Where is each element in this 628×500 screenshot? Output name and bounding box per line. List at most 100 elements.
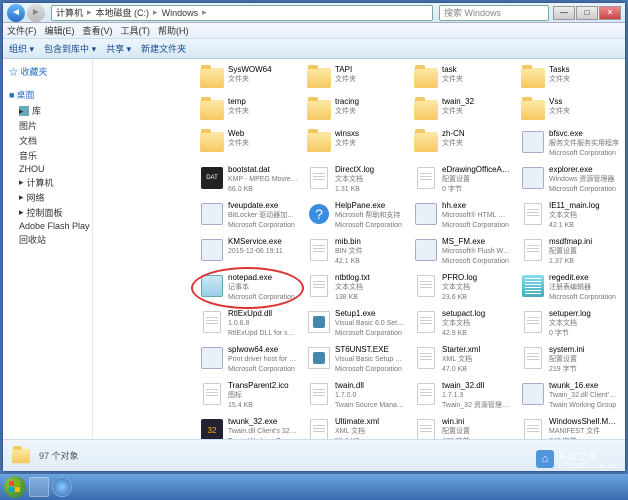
start-button[interactable] [4, 476, 26, 498]
file-icon [203, 311, 221, 333]
file-item[interactable]: setuperr.log文本文档0 字节 [518, 307, 621, 341]
dat-icon: DAT [201, 167, 223, 189]
breadcrumb-part[interactable]: 本地磁盘 (C:) [96, 6, 150, 19]
file-item[interactable]: ?HelpPane.exeMicrosoft 帮助和支持Microsoft Co… [304, 199, 407, 233]
sidebar-item-pictures[interactable]: 图片 [5, 118, 90, 133]
sidebar-favorites[interactable]: ☆ 收藏夹 [5, 63, 90, 80]
file-item[interactable]: Setup1.exeVisual Basic 6.0 Setup Toolkit… [304, 307, 407, 341]
forward-button[interactable]: ► [27, 4, 45, 22]
file-item[interactable]: notepad.exe记事本Microsoft Corporation [197, 271, 300, 305]
file-item[interactable]: splwow64.exePrint driver host for 32bit … [197, 343, 300, 377]
exe-icon [201, 347, 223, 369]
file-item[interactable]: twain.dll1.7.0.0Twain Source Manager (Im… [304, 379, 407, 413]
file-item[interactable]: ST6UNST.EXEVisual Basic Setup Toolkit Un… [304, 343, 407, 377]
folder-item[interactable]: winsxs文件夹 [304, 127, 407, 161]
sidebar-computer[interactable]: ▸ 计算机 [5, 175, 90, 190]
file-item[interactable]: KMService.exe2015-12-06 19:11 [197, 235, 300, 269]
file-item[interactable]: PFRO.log文本文档23.6 KB [411, 271, 514, 305]
file-item[interactable]: WindowsShell.ManifestMANIFEST 文件749 字节 [518, 415, 621, 439]
folder-icon [200, 100, 224, 120]
file-item[interactable]: twunk_16.exeTwain_32.dll Client's 16-Bit… [518, 379, 621, 413]
file-item[interactable]: DirectX.log文本文档1.31 KB [304, 163, 407, 197]
file-item[interactable]: win.ini配置设置478 字节 [411, 415, 514, 439]
file-item[interactable]: DATbootstat.datKMP - MPEG Movie File66.0… [197, 163, 300, 197]
sidebar-adobe[interactable]: Adobe Flash Player [5, 220, 90, 232]
exe-icon [522, 383, 544, 405]
exe-icon [522, 167, 544, 189]
file-item[interactable]: msdfmap.ini配置设置1.37 KB [518, 235, 621, 269]
share-button[interactable]: 共享 ▾ [106, 42, 131, 55]
file-item[interactable]: setupact.log文本文档42.9 KB [411, 307, 514, 341]
sidebar-item-zhou[interactable]: ZHOU [5, 163, 90, 175]
file-item[interactable]: fveupdate.exeBitLocker 驱动器加密服务实时工...Micr… [197, 199, 300, 233]
sidebar-controlpanel[interactable]: ▸ 控制面板 [5, 205, 90, 220]
file-item[interactable]: bfsvc.exe服务文件服务实用程序Microsoft Corporation [518, 127, 621, 161]
folder-icon [307, 68, 331, 88]
breadcrumb-part[interactable]: Windows [162, 8, 199, 18]
folder-item[interactable]: tracing文件夹 [304, 95, 407, 125]
breadcrumb[interactable]: 计算机▸ 本地磁盘 (C:)▸ Windows▸ [51, 5, 433, 21]
newfolder-button[interactable]: 新建文件夹 [141, 42, 186, 55]
file-icon [524, 239, 542, 261]
file-icon [417, 383, 435, 405]
file-item[interactable]: twain_32.dll1.7.1.3Twain_32 资源管理器(图像获取..… [411, 379, 514, 413]
menu-tools[interactable]: 工具(T) [121, 24, 151, 37]
file-icon [310, 419, 328, 439]
file-item[interactable]: system.ini配置设置219 字节 [518, 343, 621, 377]
folder-icon [414, 132, 438, 152]
minimize-button[interactable]: — [553, 6, 575, 20]
folder-item[interactable]: TAPI文件夹 [304, 63, 407, 93]
file-item[interactable]: hh.exeMicrosoft® HTML 帮助执行程序Microsoft Co… [411, 199, 514, 233]
sidebar-desktop[interactable]: ■ 桌面 [5, 86, 90, 103]
back-button[interactable]: ◄ [7, 4, 25, 22]
folder-item[interactable]: temp文件夹 [197, 95, 300, 125]
menu-file[interactable]: 文件(F) [7, 24, 37, 37]
sidebar-item-documents[interactable]: 文档 [5, 133, 90, 148]
breadcrumb-part[interactable]: 计算机 [56, 6, 83, 19]
explorer-window: ◄ ► 计算机▸ 本地磁盘 (C:)▸ Windows▸ 搜索 Windows … [2, 2, 626, 472]
menu-edit[interactable]: 编辑(E) [45, 24, 75, 37]
toolbar: 组织 ▾ 包含到库中 ▾ 共享 ▾ 新建文件夹 [3, 39, 625, 59]
folder-item[interactable]: twain_32文件夹 [411, 95, 514, 125]
file-item[interactable]: regedit.exe注册表编辑器Microsoft Corporation [518, 271, 621, 305]
file-item[interactable]: mib.binBIN 文件42.1 KB [304, 235, 407, 269]
notepad-icon [201, 275, 223, 297]
file-item[interactable]: 32twunk_32.exeTwain.dll Client's 32-Bit … [197, 415, 300, 439]
file-item[interactable]: Ultimate.xmlXML 文档50.6 KB [304, 415, 407, 439]
sidebar-recycle[interactable]: 回收站 [5, 232, 90, 247]
folder-item[interactable]: task文件夹 [411, 63, 514, 93]
statusbar: 97 个对象 [3, 439, 625, 471]
file-item[interactable]: Starter.xmlXML 文档47.0 KB [411, 343, 514, 377]
menu-view[interactable]: 查看(V) [83, 24, 113, 37]
maximize-button[interactable]: □ [576, 6, 598, 20]
include-button[interactable]: 包含到库中 ▾ [44, 42, 96, 55]
close-button[interactable]: ✕ [599, 6, 621, 20]
menu-help[interactable]: 帮助(H) [158, 24, 189, 37]
file-item[interactable]: eDrawingOfficeAutomator.INI配置设置0 字节 [411, 163, 514, 197]
folder-item[interactable]: SysWOW64文件夹 [197, 63, 300, 93]
titlebar: ◄ ► 计算机▸ 本地磁盘 (C:)▸ Windows▸ 搜索 Windows … [3, 3, 625, 23]
file-item[interactable]: explorer.exeWindows 资源管理器Microsoft Corpo… [518, 163, 621, 197]
file-icon [417, 275, 435, 297]
taskbar-explorer-icon[interactable] [29, 477, 49, 497]
file-item[interactable]: ntbtlog.txt文本文档138 KB [304, 271, 407, 305]
file-item[interactable]: RtlExUpd.dll1.0.6.8RtlExUpd DLL for setu… [197, 307, 300, 341]
organize-button[interactable]: 组织 ▾ [9, 42, 34, 55]
file-item[interactable]: MS_FM.exeMicrosoft® Flush Working Set...… [411, 235, 514, 269]
file-item[interactable]: IE11_main.log文本文档42.1 KB [518, 199, 621, 233]
folder-item[interactable]: zh-CN文件夹 [411, 127, 514, 161]
folder-icon [200, 132, 224, 152]
folder-icon [521, 68, 545, 88]
search-input[interactable]: 搜索 Windows [439, 5, 549, 21]
file-icon [417, 419, 435, 439]
sidebar-item-music[interactable]: 音乐 [5, 148, 90, 163]
folder-item[interactable]: Tasks文件夹 [518, 63, 621, 93]
sidebar-network[interactable]: ▸ 网络 [5, 190, 90, 205]
folder-item[interactable]: Vss文件夹 [518, 95, 621, 125]
file-item[interactable]: TransParent2.ico图标15.4 KB [197, 379, 300, 413]
sidebar-libraries[interactable]: ▸库 [5, 103, 90, 118]
file-icon [310, 383, 328, 405]
folder-item[interactable]: Web文件夹 [197, 127, 300, 161]
folder-icon [12, 448, 30, 462]
taskbar-app-icon[interactable] [52, 477, 72, 497]
